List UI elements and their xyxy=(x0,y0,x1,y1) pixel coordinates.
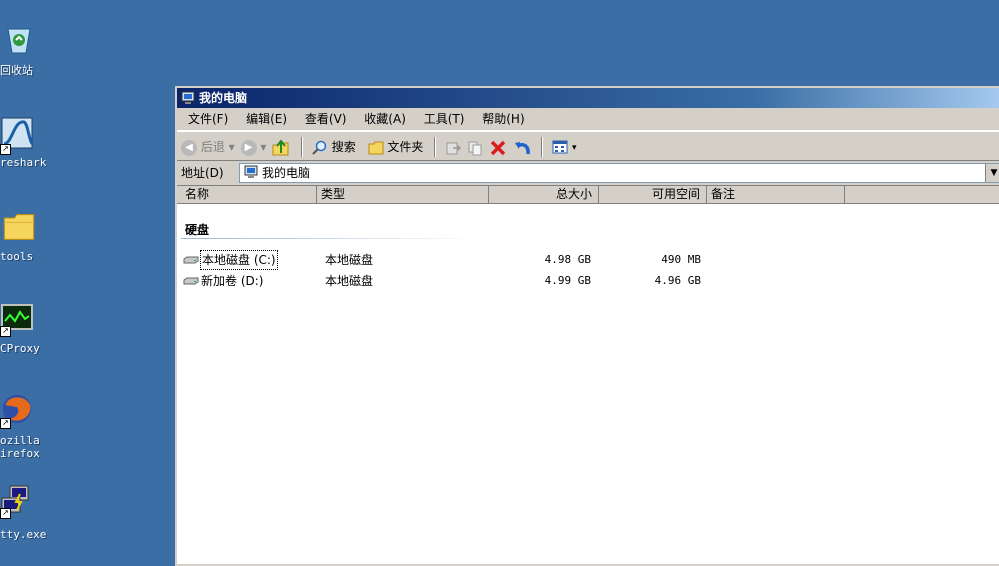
desktop-icon-label: 回收站 xyxy=(0,64,33,77)
folder-icon xyxy=(3,213,35,241)
up-folder-icon xyxy=(272,138,289,155)
menu-edit[interactable]: 编辑(E) xyxy=(239,108,294,130)
desktop-icon-label: CProxy xyxy=(0,342,40,355)
shortcut-arrow-icon: ↗ xyxy=(0,326,11,337)
desktop-icon-label: tty.exe xyxy=(0,528,47,541)
group-header-hard-disks: 硬盘 xyxy=(185,223,210,237)
title-bar[interactable]: 我的电脑 xyxy=(177,88,999,108)
drive-name: 本地磁盘 (C:) xyxy=(200,250,278,270)
views-button[interactable]: ▾ xyxy=(552,132,577,162)
forward-arrow-icon: ▶ xyxy=(240,139,257,156)
folders-button[interactable]: 文件夹 xyxy=(368,133,423,161)
drive-type: 本地磁盘 xyxy=(325,274,374,288)
desktop-icon-label: reshark xyxy=(0,156,47,169)
drive-free-space: 4.96 GB xyxy=(654,274,701,287)
column-header-name[interactable]: 名称 xyxy=(181,186,317,203)
menu-tools[interactable]: 工具(T) xyxy=(417,108,472,130)
search-button[interactable]: 搜索 xyxy=(312,133,356,161)
desktop-icon-label-line1: ozilla xyxy=(0,434,40,447)
list-header: 名称 类型 总大小 可用空间 备注 xyxy=(177,186,999,204)
window-title: 我的电脑 xyxy=(199,91,248,105)
address-input[interactable]: 我的电脑 ▼ xyxy=(239,163,999,183)
back-arrow-icon: ◀ xyxy=(181,139,197,156)
move-to-button[interactable] xyxy=(445,133,462,161)
forward-dropdown-icon: ▾ xyxy=(260,140,267,154)
my-computer-icon xyxy=(244,165,258,178)
views-dropdown-icon: ▾ xyxy=(572,143,577,153)
drive-free-space: 490 MB xyxy=(661,253,701,266)
desktop-icon-label-line2: irefox xyxy=(0,447,40,460)
column-header-comments[interactable]: 备注 xyxy=(707,186,845,203)
drive-total-size: 4.99 GB xyxy=(544,274,591,287)
explorer-window: 我的电脑 文件(F) 编辑(E) 查看(V) 收藏(A) 工具(T) 帮助(H)… xyxy=(175,86,999,566)
search-icon xyxy=(312,140,327,155)
toolbar: ◀ 后退 ▾ ▶ ▾ 搜索 文件夹 ▾ xyxy=(177,131,999,161)
hard-drive-icon xyxy=(183,277,199,285)
recycle-bin-icon xyxy=(7,28,31,54)
list-item[interactable]: 本地磁盘 (C:) 本地磁盘 4.98 GB 490 MB xyxy=(183,250,743,270)
menu-file[interactable]: 文件(F) xyxy=(181,108,235,130)
move-to-icon xyxy=(446,142,462,154)
toolbar-separator xyxy=(434,137,437,157)
drive-total-size: 4.98 GB xyxy=(544,253,591,266)
views-icon xyxy=(552,140,568,153)
group-divider xyxy=(181,238,481,239)
desktop-icon-label: tools xyxy=(0,250,34,263)
column-header-type[interactable]: 类型 xyxy=(317,186,489,203)
back-button[interactable]: ◀ 后退 ▾ xyxy=(181,133,235,161)
delete-button[interactable] xyxy=(489,133,507,161)
toolbar-separator xyxy=(541,137,544,157)
column-header-free-space[interactable]: 可用空间 xyxy=(599,186,707,203)
forward-button[interactable]: ▶ ▾ xyxy=(240,133,267,161)
menu-help[interactable]: 帮助(H) xyxy=(475,108,531,130)
menu-view[interactable]: 查看(V) xyxy=(298,108,354,130)
address-value: 我的电脑 xyxy=(262,166,311,180)
folder-icon xyxy=(368,141,384,154)
undo-button[interactable] xyxy=(513,133,531,161)
undo-icon xyxy=(514,141,530,154)
toolbar-separator xyxy=(301,137,304,157)
my-computer-icon xyxy=(181,91,195,104)
copy-to-icon xyxy=(468,141,482,155)
up-folder-button[interactable] xyxy=(272,133,290,161)
hard-drive-icon xyxy=(183,256,199,264)
drive-type: 本地磁盘 xyxy=(325,253,374,267)
address-dropdown-button[interactable]: ▼ xyxy=(985,164,999,182)
delete-icon xyxy=(490,140,505,155)
shortcut-arrow-icon: ↗ xyxy=(0,144,11,155)
shortcut-arrow-icon: ↗ xyxy=(0,508,11,519)
list-item[interactable]: 新加卷 (D:) 本地磁盘 4.99 GB 4.96 GB xyxy=(183,272,743,290)
drive-name: 新加卷 (D:) xyxy=(201,274,264,288)
copy-to-button[interactable] xyxy=(467,133,483,161)
shortcut-arrow-icon: ↗ xyxy=(0,418,11,429)
address-bar: 地址(D) 我的电脑 ▼ xyxy=(177,161,999,186)
address-label: 地址(D) xyxy=(181,166,224,180)
menu-favorites[interactable]: 收藏(A) xyxy=(357,108,413,130)
menu-bar: 文件(F) 编辑(E) 查看(V) 收藏(A) 工具(T) 帮助(H) xyxy=(177,108,999,131)
column-header-total-size[interactable]: 总大小 xyxy=(489,186,599,203)
back-dropdown-icon: ▾ xyxy=(228,140,235,154)
